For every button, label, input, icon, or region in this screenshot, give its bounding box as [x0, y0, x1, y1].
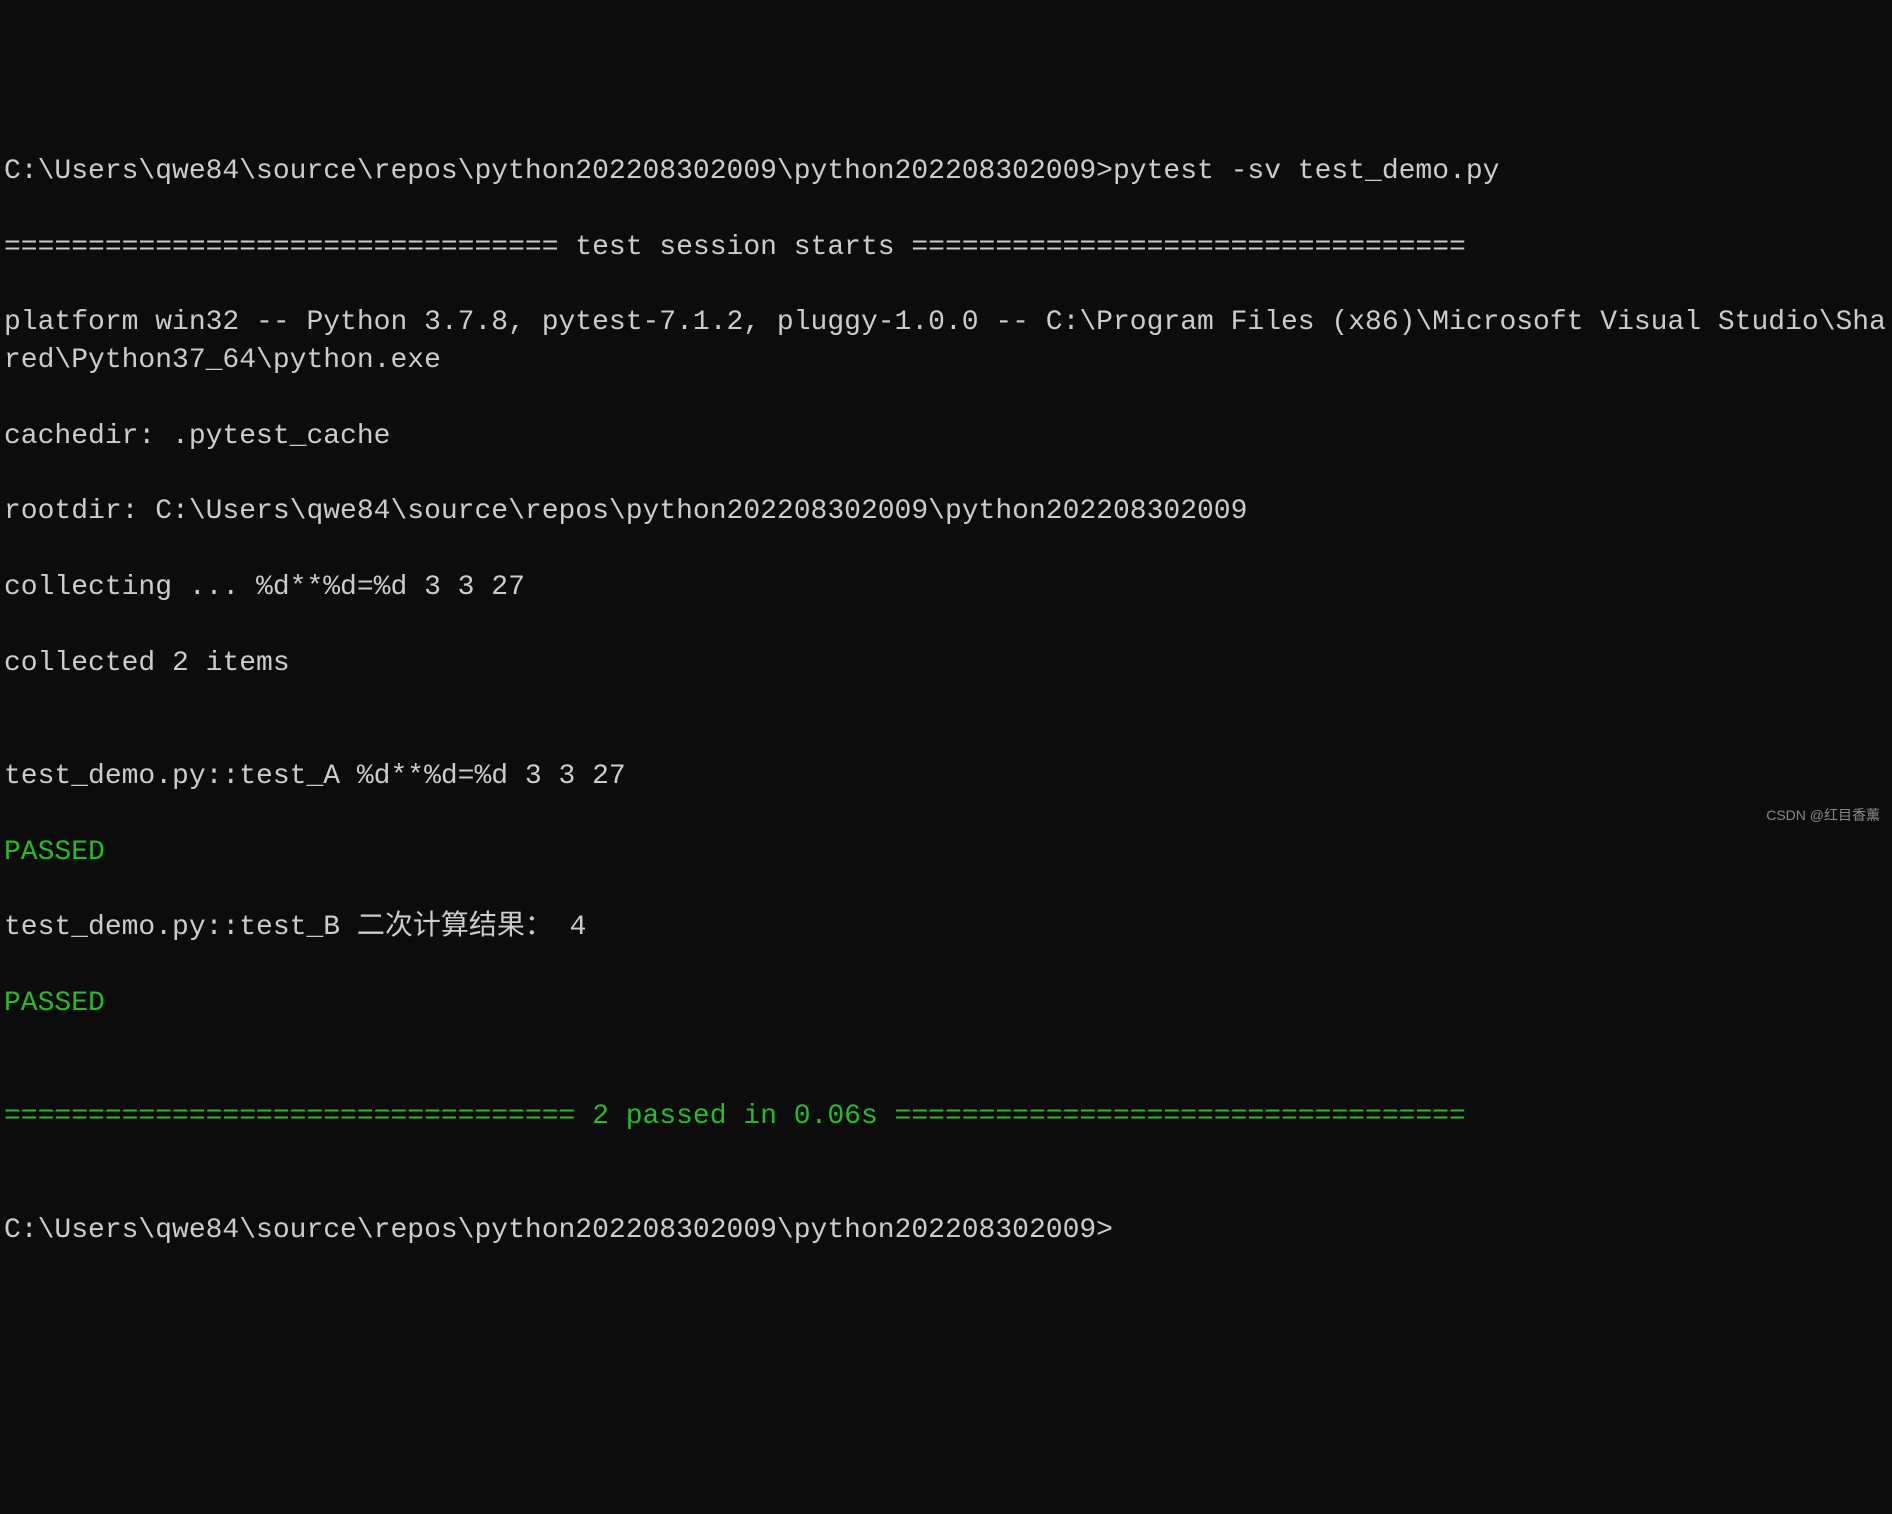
terminal-prompt-command[interactable]: C:\Users\qwe84\source\repos\python202208…	[4, 153, 1888, 191]
collected-info: collected 2 items	[4, 645, 1888, 683]
session-header: ================================= test s…	[4, 229, 1888, 267]
passed-b-status: PASSED	[4, 985, 1888, 1023]
rootdir-info: rootdir: C:\Users\qwe84\source\repos\pyt…	[4, 493, 1888, 531]
terminal-prompt-empty[interactable]: C:\Users\qwe84\source\repos\python202208…	[4, 1212, 1888, 1250]
passed-a-status: PASSED	[4, 834, 1888, 872]
test-a-line: test_demo.py::test_A %d**%d=%d 3 3 27	[4, 758, 1888, 796]
platform-info: platform win32 -- Python 3.7.8, pytest-7…	[4, 304, 1888, 380]
watermark: CSDN @红目香薰	[1766, 806, 1880, 825]
summary-line: ================================== 2 pas…	[4, 1098, 1888, 1136]
collecting-info: collecting ... %d**%d=%d 3 3 27	[4, 569, 1888, 607]
cachedir-info: cachedir: .pytest_cache	[4, 418, 1888, 456]
test-b-line: test_demo.py::test_B 二次计算结果： 4	[4, 909, 1888, 947]
